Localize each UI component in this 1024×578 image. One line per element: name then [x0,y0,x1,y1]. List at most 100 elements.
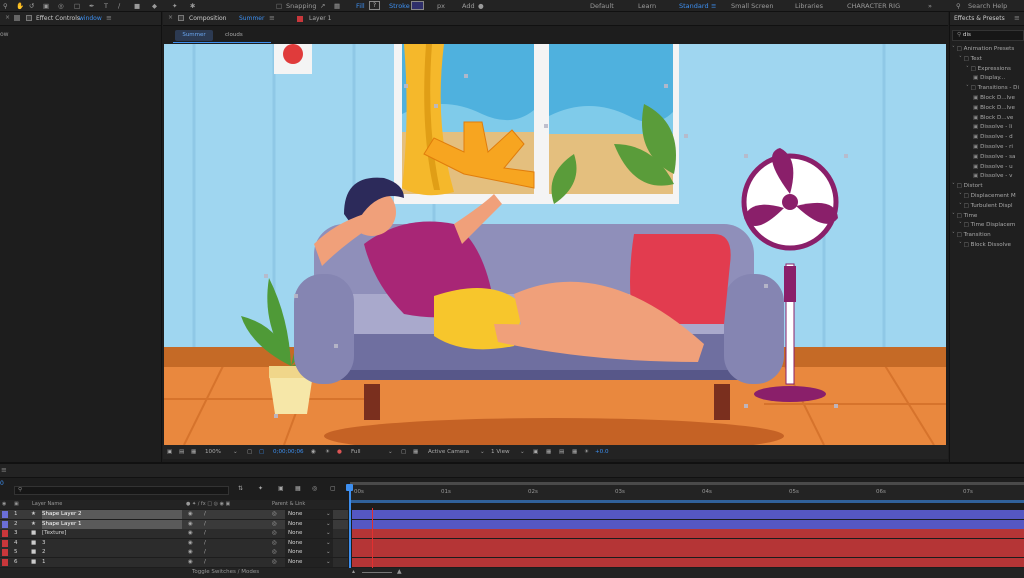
layer-duration-bar[interactable] [352,519,1024,529]
flowchart-icon[interactable]: ▦ [572,445,577,459]
grid-icon[interactable]: ▦ [191,445,196,459]
pan-behind-tool-icon[interactable]: ◎ [58,1,64,11]
chevron-down-icon[interactable]: ⌄ [326,510,331,519]
monitor-icon[interactable]: ▤ [179,445,184,459]
label-color-swatch[interactable] [2,530,8,538]
label-color-swatch[interactable] [2,511,8,518]
chevron-down-icon[interactable]: ⌄ [520,445,525,459]
search-icon[interactable]: ⚲ [956,1,961,11]
layer-visibility-icon[interactable]: ◉ [188,520,193,529]
parent-pickwhip-icon[interactable]: ◎ [272,548,277,557]
workspace-libraries[interactable]: Libraries [795,1,823,11]
mask-toggle-icon[interactable]: ▢ [247,445,252,459]
fast-preview-icon[interactable]: ▦ [546,445,551,459]
layer-switches[interactable]: ∕ [204,529,206,538]
panel-menu-icon[interactable]: ≡ [269,14,275,22]
breadcrumb-clouds[interactable]: clouds [225,30,243,41]
hand-tool-icon[interactable]: ✋ [16,1,24,11]
chevron-down-icon[interactable]: ⌄ [233,445,238,459]
layer-duration-bar[interactable] [352,558,1024,567]
layer-row[interactable]: 1 ★ Shape Layer 2 ◉ ∕ ◎ None ⌄ [0,510,348,519]
chevron-down-icon[interactable]: ⌄ [388,445,393,459]
work-area-bar[interactable] [350,482,1024,485]
stroke-label[interactable]: Stroke [389,1,410,11]
roto-brush-tool-icon[interactable]: ✦ [172,1,177,11]
effects-search-input[interactable]: ⚲ dis [952,30,1024,41]
composition-tab[interactable]: Composition [189,15,226,22]
layer-visibility-icon[interactable]: ◉ [188,529,193,538]
composition-viewer[interactable] [164,44,946,445]
zoom-in-icon[interactable]: ▲ [397,568,402,575]
layer-visibility-icon[interactable]: ◉ [188,510,193,519]
resolution-dropdown[interactable]: Full [351,445,361,459]
layer-name[interactable]: [Texture] [42,529,182,538]
layer-switches[interactable]: ∕ [204,520,206,529]
effects-tree-item[interactable]: ▣ Block D...lve [973,93,1015,103]
layer-row[interactable]: 2 ★ Shape Layer 1 ◉ ∕ ◎ None ⌄ [0,519,348,529]
shy-layers-icon[interactable]: ▣ [278,485,284,492]
chevron-down-icon[interactable]: ⌄ [326,558,331,567]
zoom-dropdown[interactable]: 100% [205,445,221,459]
stamp-tool-icon[interactable]: ■ [134,1,140,11]
playhead[interactable] [349,484,351,578]
chevron-down-icon[interactable]: ⌄ [326,548,331,557]
workspace-standard[interactable]: Standard [679,1,709,11]
panel-menu-icon[interactable]: ≡ [1014,14,1020,22]
pen-tool-icon[interactable]: ✒ [89,1,94,11]
pixel-aspect-icon[interactable]: ▣ [533,445,538,459]
chevron-down-icon[interactable]: ⌄ [326,539,331,548]
eraser-tool-icon[interactable]: ◆ [152,1,157,11]
effects-tree-item[interactable]: ▣ Dissolve - u [973,162,1013,172]
snap-grid-icon[interactable]: ▦ [334,1,340,11]
panel-menu-icon[interactable]: ≡ [1,466,7,474]
panel-menu-icon[interactable]: ≡ [106,14,112,22]
effects-tree-item[interactable]: ˅ □ Time [952,211,977,221]
motion-blur-icon[interactable]: ◎ [312,485,317,492]
layer-switches[interactable]: ∕ [204,548,206,557]
show-snapshot-icon[interactable]: ☀ [325,445,330,459]
layer-row[interactable]: 6 ■ 1 ◉ ∕ ◎ None ⌄ [0,558,348,567]
rotate-tool-icon[interactable]: ↺ [29,1,34,11]
effect-controls-tab[interactable]: Effect Controls [36,15,80,22]
layer-switches[interactable]: ∕ [204,510,206,519]
effects-tree-item[interactable]: ˅ □ Turbulent Displ [959,201,1013,211]
layer-duration-bar[interactable] [352,510,1024,519]
draft-3d-icon[interactable]: ✦ [258,485,263,492]
layer-duration-bar[interactable] [352,538,1024,548]
chevron-down-icon[interactable]: ⌄ [480,445,485,459]
fill-swatch[interactable]: ? [369,1,380,10]
chevron-down-icon[interactable]: ⌄ [326,529,331,538]
stroke-swatch[interactable] [411,1,424,10]
work-area-range[interactable] [350,500,1024,503]
layer-visibility-icon[interactable]: ◉ [188,539,193,548]
close-icon[interactable]: × [168,14,173,21]
layer-row[interactable]: 5 ■ 2 ◉ ∕ ◎ None ⌄ [0,548,348,558]
puppet-tool-icon[interactable]: ✱ [190,1,195,11]
label-color-swatch[interactable] [2,559,8,566]
effects-tree-item[interactable]: ▣ Dissolve - li [973,122,1012,132]
composition-tab-name[interactable]: Summer [239,15,264,22]
snapping-checkbox[interactable]: □ [276,1,282,11]
brush-tool-icon[interactable]: ∕ [118,1,120,11]
parent-pickwhip-icon[interactable]: ◎ [272,529,277,538]
frame-blending-icon[interactable]: ▦ [295,485,301,492]
effects-tree-item[interactable]: ˅ □ Animation Presets [952,44,1014,54]
layer-visibility-icon[interactable]: ◉ [188,548,193,557]
workspace-learn[interactable]: Learn [638,1,656,11]
layer-name[interactable]: 2 [42,548,182,557]
label-color-swatch[interactable] [2,549,8,557]
effects-tree-item[interactable]: ▣ Display... [973,73,1005,83]
layer-name[interactable]: 1 [42,558,182,567]
effects-tree-item[interactable]: ˅ □ Time Displacem [959,220,1015,230]
layer-switches[interactable]: ∕ [204,558,206,567]
effects-tree-item[interactable]: ˅ □ Displacement M [959,191,1016,201]
layer-switches[interactable]: ∕ [204,539,206,548]
workspace-small-screen[interactable]: Small Screen [731,1,773,11]
camera-tool-icon[interactable]: ▣ [43,1,49,11]
add-label[interactable]: Add [462,1,475,11]
layer-duration-bar[interactable] [352,548,1024,558]
effects-tree-item[interactable]: ▣ Dissolve - v [973,171,1012,181]
close-icon[interactable]: × [5,14,10,21]
effects-tree-item[interactable]: ˅ □ Transitions - Di [966,83,1019,93]
fill-label[interactable]: Fill [356,1,365,11]
